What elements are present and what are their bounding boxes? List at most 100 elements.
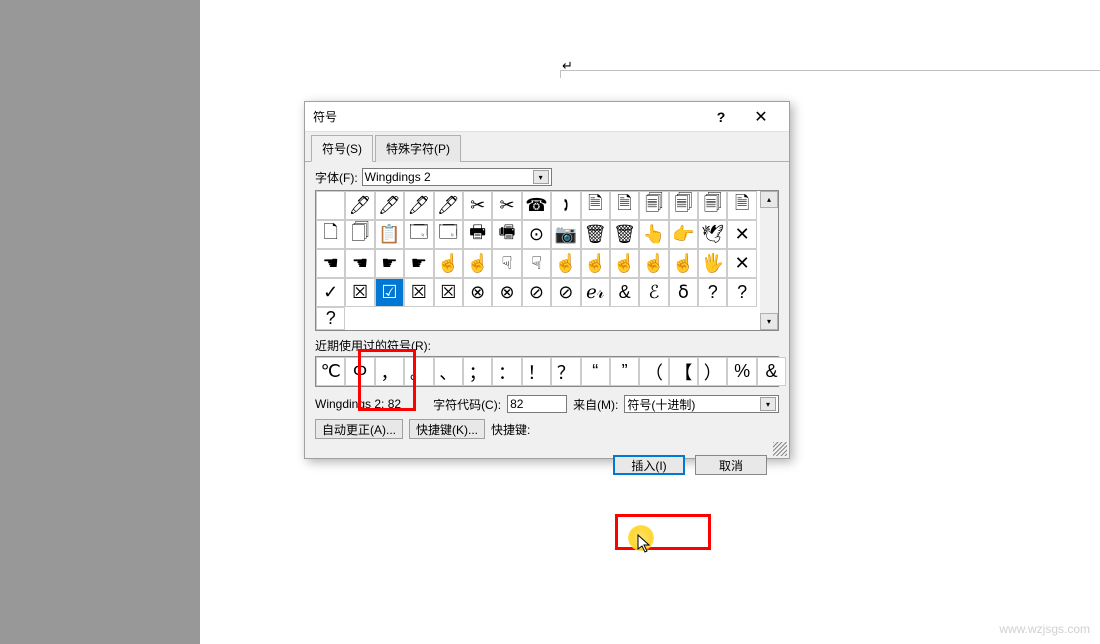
- symbol-cell[interactable]: ☝: [434, 249, 463, 278]
- grid-scrollbar[interactable]: ▴ ▾: [760, 191, 778, 330]
- symbol-cell[interactable]: ?: [727, 278, 756, 307]
- recent-symbol-cell[interactable]: ”: [610, 357, 639, 386]
- shortcut-key-button[interactable]: 快捷键(K)...: [409, 419, 485, 439]
- paragraph-mark: ↵: [562, 58, 573, 74]
- symbol-cell[interactable]: 🗎: [610, 191, 639, 220]
- recent-symbol-cell[interactable]: %: [727, 357, 756, 386]
- recent-symbol-cell[interactable]: 。: [404, 357, 433, 386]
- symbol-cell[interactable]: ☑: [375, 278, 404, 307]
- symbol-cell[interactable]: 📋: [375, 220, 404, 249]
- dialog-titlebar[interactable]: 符号 ? ✕: [305, 102, 789, 132]
- symbol-cell[interactable]: 🗎: [581, 191, 610, 220]
- char-info-row: Wingdings 2: 82 字符代码(C): 来自(M): 符号(十进制) …: [315, 395, 779, 413]
- scroll-down-icon[interactable]: ▾: [760, 313, 778, 330]
- recent-symbol-cell[interactable]: Φ: [345, 357, 374, 386]
- recent-symbol-cell[interactable]: ：: [492, 357, 521, 386]
- symbol-cell[interactable]: ☛: [404, 249, 433, 278]
- symbol-cell[interactable]: ✕: [727, 249, 756, 278]
- symbol-cell[interactable]: 🖊: [375, 191, 404, 220]
- symbol-cell[interactable]: ẟ: [669, 278, 698, 307]
- recent-symbol-cell[interactable]: ）: [698, 357, 727, 386]
- symbol-cell[interactable]: 🖶: [463, 220, 492, 249]
- symbol-cell[interactable]: ☝: [463, 249, 492, 278]
- symbol-cell[interactable]: ℰ: [639, 278, 668, 307]
- help-button[interactable]: ?: [701, 103, 741, 131]
- symbol-cell[interactable]: 🖊: [345, 191, 374, 220]
- symbol-cell[interactable]: 🕊: [698, 220, 727, 249]
- cancel-button[interactable]: 取消: [695, 455, 767, 475]
- symbol-cell[interactable]: ☝: [581, 249, 610, 278]
- symbol-cell[interactable]: 🕽: [551, 191, 580, 220]
- scroll-track[interactable]: [760, 208, 778, 313]
- watermark-text: www.wzjsgs.com: [999, 622, 1090, 636]
- symbol-cell[interactable]: ℯ𝓇: [581, 278, 610, 307]
- symbol-cell[interactable]: ✂: [492, 191, 521, 220]
- insert-button[interactable]: 插入(I): [613, 455, 685, 475]
- symbol-cell[interactable]: 🖐: [698, 249, 727, 278]
- symbol-cell[interactable]: ✓: [316, 278, 345, 307]
- symbol-cell[interactable]: 🗑: [581, 220, 610, 249]
- symbol-cell[interactable]: ✂: [463, 191, 492, 220]
- recent-symbol-cell[interactable]: ℃: [316, 357, 345, 386]
- symbol-cell[interactable]: ⊘: [522, 278, 551, 307]
- from-dropdown[interactable]: 符号(十进制) ▾: [624, 395, 779, 413]
- font-value: Wingdings 2: [365, 170, 431, 184]
- symbol-cell[interactable]: &: [610, 278, 639, 307]
- symbol-cell[interactable]: ⊙: [522, 220, 551, 249]
- recent-symbol-cell[interactable]: ，: [375, 357, 404, 386]
- symbol-cell[interactable]: 👉: [669, 220, 698, 249]
- symbol-cell[interactable]: 🗔: [434, 220, 463, 249]
- symbol-cell[interactable]: ⊘: [551, 278, 580, 307]
- symbol-cell[interactable]: ☎: [522, 191, 551, 220]
- close-button[interactable]: ✕: [741, 103, 781, 131]
- resize-grip-icon[interactable]: [773, 442, 787, 456]
- symbol-cell[interactable]: ☒: [404, 278, 433, 307]
- recent-symbol-cell[interactable]: （: [639, 357, 668, 386]
- scroll-up-icon[interactable]: ▴: [760, 191, 778, 208]
- symbol-cell[interactable]: 📷: [551, 220, 580, 249]
- symbol-cell[interactable]: 🖷: [492, 220, 521, 249]
- symbol-cell[interactable]: 🗐: [639, 191, 668, 220]
- symbol-cell[interactable]: 🖊: [434, 191, 463, 220]
- symbol-cell[interactable]: 🗋: [316, 220, 345, 249]
- symbol-cell[interactable]: 🗐: [698, 191, 727, 220]
- symbol-cell[interactable]: 🗔: [404, 220, 433, 249]
- symbol-cell[interactable]: 🖊: [404, 191, 433, 220]
- symbol-cell[interactable]: 🗐: [669, 191, 698, 220]
- symbol-cell[interactable]: ✕: [727, 220, 756, 249]
- symbol-cell[interactable]: ?: [316, 307, 345, 330]
- tab-special-chars[interactable]: 特殊字符(P): [375, 135, 461, 162]
- recent-symbol-cell[interactable]: 【: [669, 357, 698, 386]
- symbol-cell[interactable]: ☒: [434, 278, 463, 307]
- symbol-cell[interactable]: ☝: [551, 249, 580, 278]
- symbol-cell[interactable]: ☛: [375, 249, 404, 278]
- symbol-cell[interactable]: ☟: [522, 249, 551, 278]
- tab-symbols[interactable]: 符号(S): [311, 135, 373, 162]
- recent-symbol-cell[interactable]: “: [581, 357, 610, 386]
- recent-symbol-cell[interactable]: ；: [463, 357, 492, 386]
- recent-symbol-cell[interactable]: ！: [522, 357, 551, 386]
- symbol-cell[interactable]: ☚: [316, 249, 345, 278]
- symbol-cell[interactable]: ?: [698, 278, 727, 307]
- symbol-cell[interactable]: ☟: [492, 249, 521, 278]
- symbol-cell[interactable]: ☝: [610, 249, 639, 278]
- recent-symbol-cell[interactable]: ？: [551, 357, 580, 386]
- symbol-cell[interactable]: [316, 191, 345, 220]
- tab-bar: 符号(S) 特殊字符(P): [305, 132, 789, 162]
- symbol-cell[interactable]: ☝: [639, 249, 668, 278]
- autocorrect-button[interactable]: 自动更正(A)...: [315, 419, 403, 439]
- symbol-cell[interactable]: ⊗: [463, 278, 492, 307]
- symbol-cell[interactable]: 🗑: [610, 220, 639, 249]
- symbol-cell[interactable]: ☝: [669, 249, 698, 278]
- recent-symbol-cell[interactable]: 、: [434, 357, 463, 386]
- recent-symbol-cell[interactable]: &: [757, 357, 786, 386]
- symbol-cell[interactable]: ☚: [345, 249, 374, 278]
- font-dropdown[interactable]: Wingdings 2 ▾: [362, 168, 552, 186]
- dialog-footer: 插入(I) 取消: [315, 449, 779, 481]
- symbol-cell[interactable]: ☒: [345, 278, 374, 307]
- symbol-cell[interactable]: ⊗: [492, 278, 521, 307]
- char-code-input[interactable]: [507, 395, 567, 413]
- symbol-cell[interactable]: 👆: [639, 220, 668, 249]
- symbol-cell[interactable]: 🗎: [727, 191, 756, 220]
- symbol-cell[interactable]: 🗍: [345, 220, 374, 249]
